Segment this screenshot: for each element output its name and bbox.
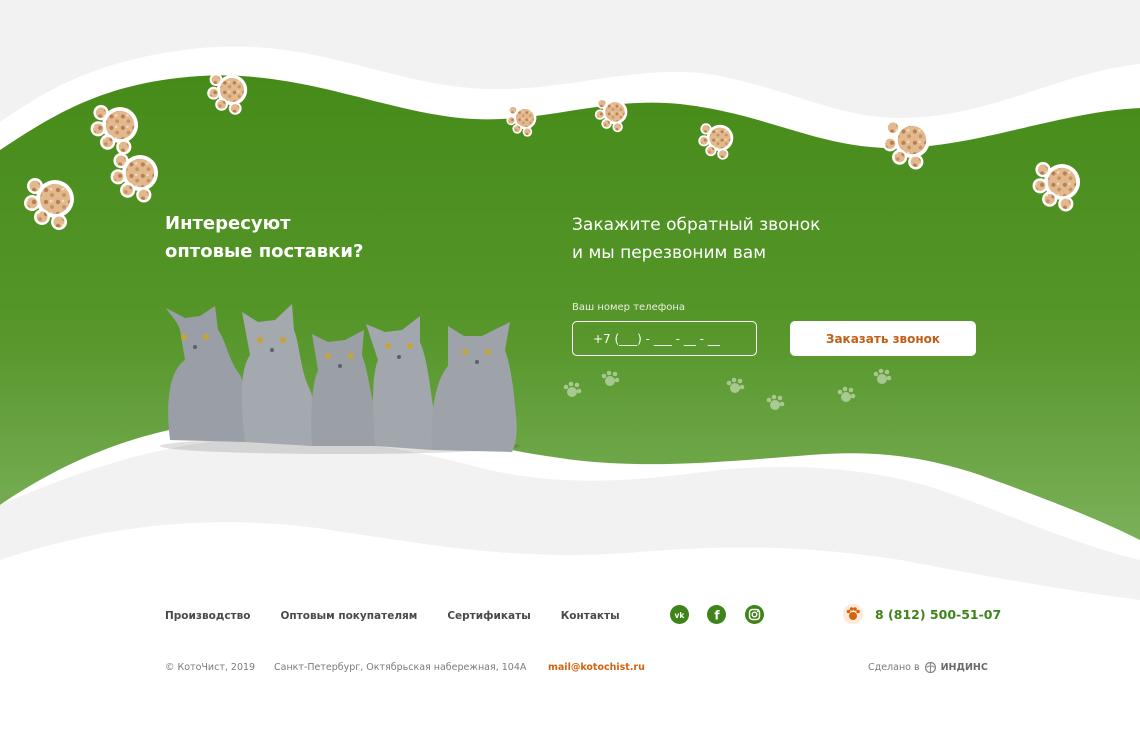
promo-headline: Интересуют оптовые поставки? [165,210,363,266]
footer-phone-number[interactable]: 8 (812) 500-51-07 [875,607,1001,622]
footer-nav: Производство Оптовым покупателям Сертифи… [165,610,620,622]
copyright: © КотоЧист, 2019 [165,662,256,673]
instagram-icon[interactable] [745,605,764,624]
order-call-button[interactable]: Заказать звонок [790,321,976,356]
studio-name: ИНДИНС [940,662,988,673]
address: Санкт-Петербург, Октябрьская набережная,… [274,662,527,673]
nav-link-certificates[interactable]: Сертификаты [447,610,530,622]
phone-input[interactable] [572,321,757,356]
made-by-label: Сделано в [868,662,920,673]
svg-text:vk: vk [675,611,686,620]
callback-callout: Закажите обратный звонок и мы перезвоним… [572,211,820,267]
paw-phone-icon [843,604,863,624]
vk-icon[interactable]: vk [670,605,689,624]
studio-logo-icon [924,662,936,673]
nav-link-wholesale[interactable]: Оптовым покупателям [280,610,417,622]
footer-phone[interactable]: 8 (812) 500-51-07 [843,604,1001,624]
decorative-background [0,46,1140,756]
svg-text:f: f [714,609,720,623]
nav-link-contacts[interactable]: Контакты [561,610,620,622]
facebook-icon[interactable]: f [707,605,726,624]
email-link[interactable]: mail@kotochist.ru [548,662,645,673]
made-by[interactable]: Сделано в ИНДИНС [868,662,988,673]
promo-headline-line1: Интересуют [165,213,291,234]
phone-field-label: Ваш номер телефона [572,302,686,313]
callback-callout-line1: Закажите обратный звонок [572,215,821,235]
callback-callout-line2: и мы перезвоним вам [572,243,767,263]
promo-headline-line2: оптовые поставки? [165,241,364,262]
nav-link-production[interactable]: Производство [165,610,250,622]
